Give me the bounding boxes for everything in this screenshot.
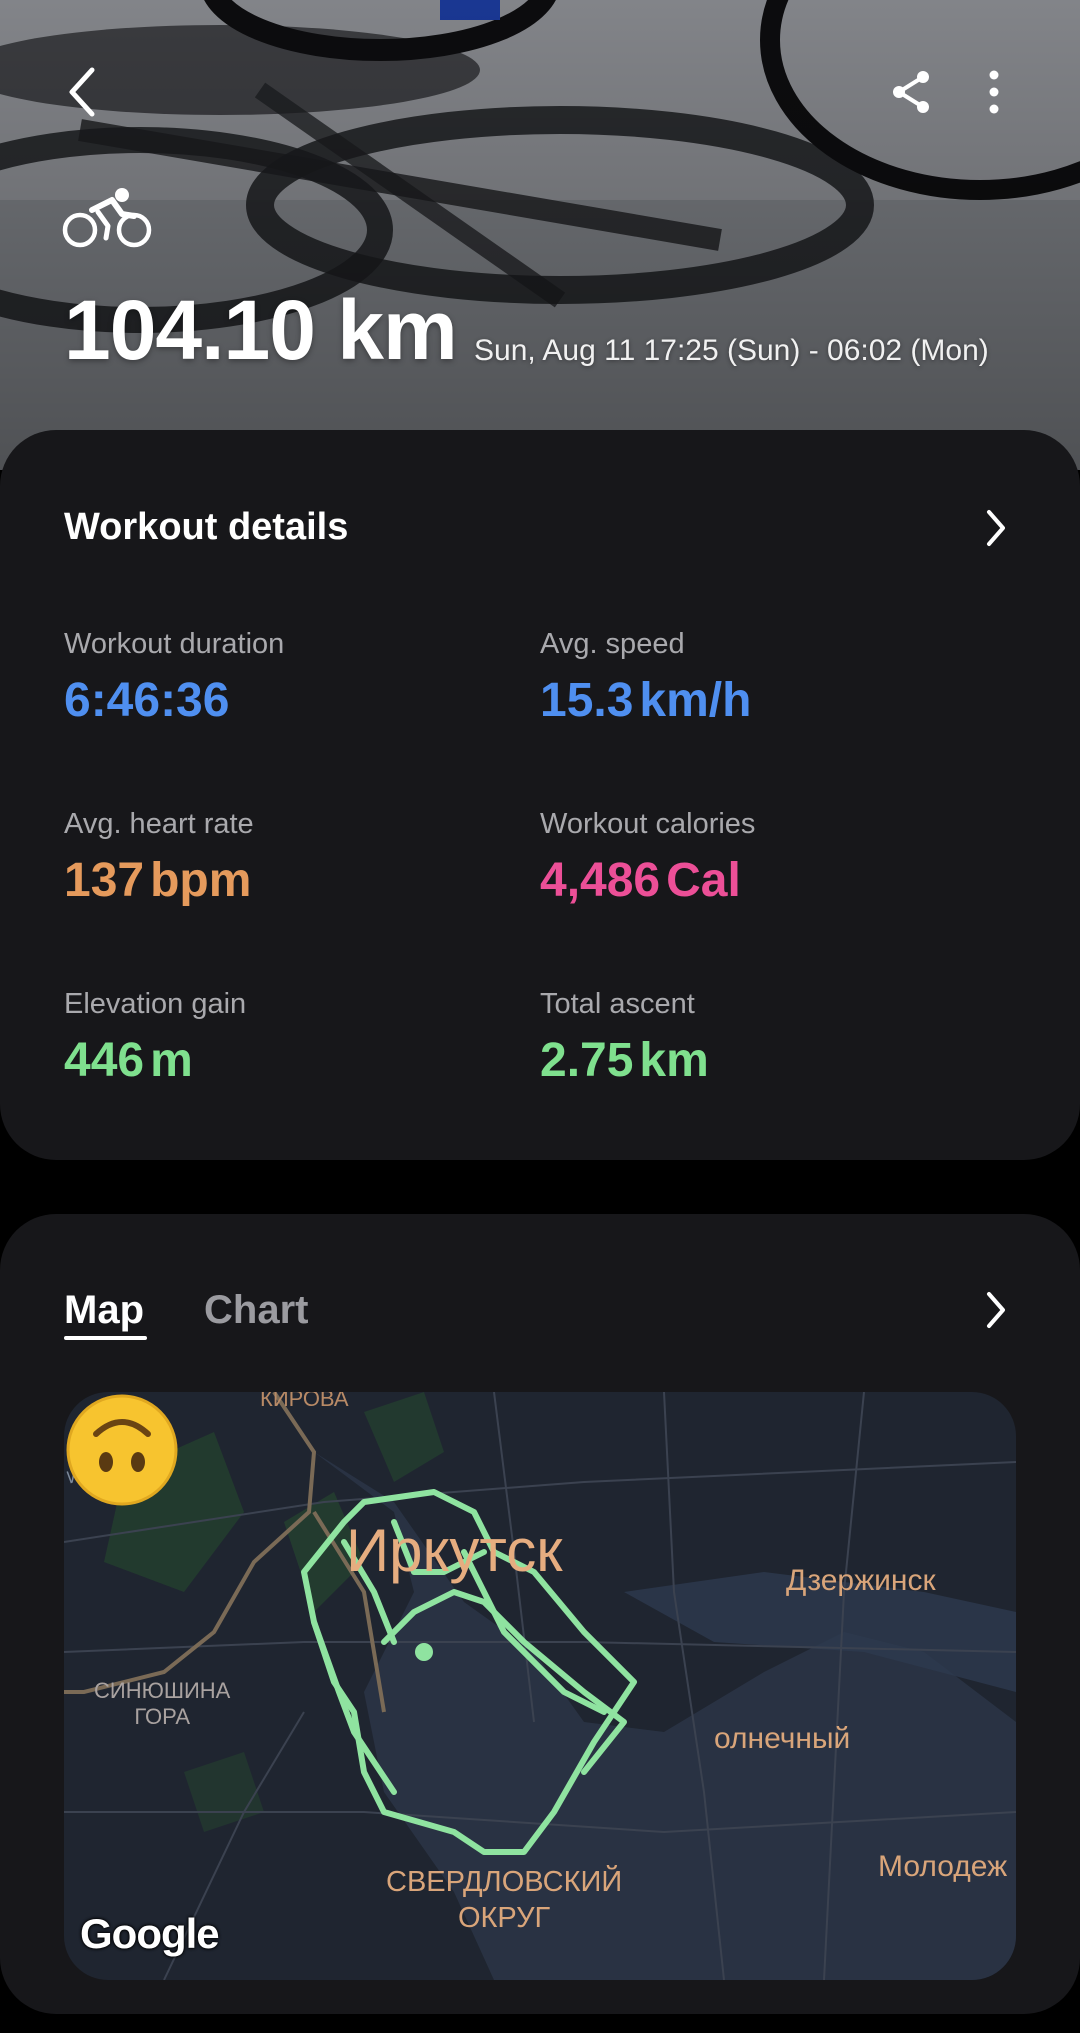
workout-details-title[interactable]: Workout details xyxy=(64,506,348,549)
workout-distance: 104.10 km xyxy=(64,283,458,377)
map-label-solnechny: олнечный xyxy=(714,1722,851,1755)
tab-chart[interactable]: Chart xyxy=(204,1288,308,1333)
metric-label: Total ascent xyxy=(540,988,695,1020)
metric-unit: Cal xyxy=(666,854,741,907)
metric-label: Elevation gain xyxy=(64,988,247,1020)
metric-avg-heart-rate: Avg. heart rate 137 bpm xyxy=(64,808,504,908)
map-label-city: Иркутск xyxy=(346,1517,563,1584)
map-label-molodezh: Молодеж xyxy=(878,1850,1008,1883)
metric-value: 446 m xyxy=(64,1034,193,1087)
map-label-sinyushina: СИНЮШИНА ГОРА xyxy=(94,1678,231,1729)
google-attribution: Google xyxy=(80,1910,220,1957)
active-tab-indicator xyxy=(64,1336,147,1340)
chevron-right-icon xyxy=(987,510,1005,546)
upside-down-face-emoji xyxy=(66,1394,178,1506)
metric-total-ascent: Total ascent 2.75 km xyxy=(540,988,980,1088)
metric-workout-calories: Workout calories 4,486 Cal xyxy=(540,808,980,908)
metric-label: Avg. speed xyxy=(540,628,685,660)
map-label-dzerzhinsk: Дзержинск xyxy=(786,1564,936,1597)
metric-avg-speed: Avg. speed 15.3 km/h xyxy=(540,628,980,728)
metric-value: 2.75 km xyxy=(540,1034,709,1087)
map-open-button[interactable] xyxy=(976,1290,1016,1330)
route-map[interactable]: КИРОВА Иркут Иркутск Дзержинск СИНЮШИНА … xyxy=(64,1392,1016,1980)
share-button[interactable] xyxy=(882,62,942,122)
hero-banner: 104.10 km Sun, Aug 11 17:25 (Sun) - 06:0… xyxy=(0,0,1080,470)
metric-unit: km xyxy=(639,1034,709,1087)
more-vertical-icon xyxy=(989,70,999,114)
metric-label: Workout calories xyxy=(540,808,756,840)
tab-map[interactable]: Map xyxy=(64,1288,144,1333)
metric-label: Workout duration xyxy=(64,628,285,660)
metric-unit: m xyxy=(150,1034,193,1087)
chevron-left-icon xyxy=(69,67,95,117)
workout-details-open-button[interactable] xyxy=(976,508,1016,548)
share-icon xyxy=(893,71,929,113)
metric-label: Avg. heart rate xyxy=(64,808,254,840)
workout-date-range: Sun, Aug 11 17:25 (Sun) - 06:02 (Mon) xyxy=(474,334,989,367)
metric-value: 15.3 km/h xyxy=(540,674,752,727)
metric-value: 137 bpm xyxy=(64,854,252,907)
back-button[interactable] xyxy=(52,62,112,122)
map-label-sverdlovsky: СВЕРДЛОВСКИЙ ОКРУГ xyxy=(386,1866,623,1934)
metric-unit: bpm xyxy=(150,854,252,907)
metric-value: 4,486 Cal xyxy=(540,854,741,907)
metric-unit: km/h xyxy=(639,674,752,727)
map-label-kirova: КИРОВА xyxy=(260,1392,349,1411)
metric-workout-duration: Workout duration 6:46:36 xyxy=(64,628,504,728)
metric-value: 6:46:36 xyxy=(64,674,230,727)
metric-elevation-gain: Elevation gain 446 m xyxy=(64,988,504,1088)
chevron-right-icon xyxy=(987,1292,1005,1328)
cycling-icon xyxy=(62,188,152,248)
more-options-button[interactable] xyxy=(964,62,1024,122)
